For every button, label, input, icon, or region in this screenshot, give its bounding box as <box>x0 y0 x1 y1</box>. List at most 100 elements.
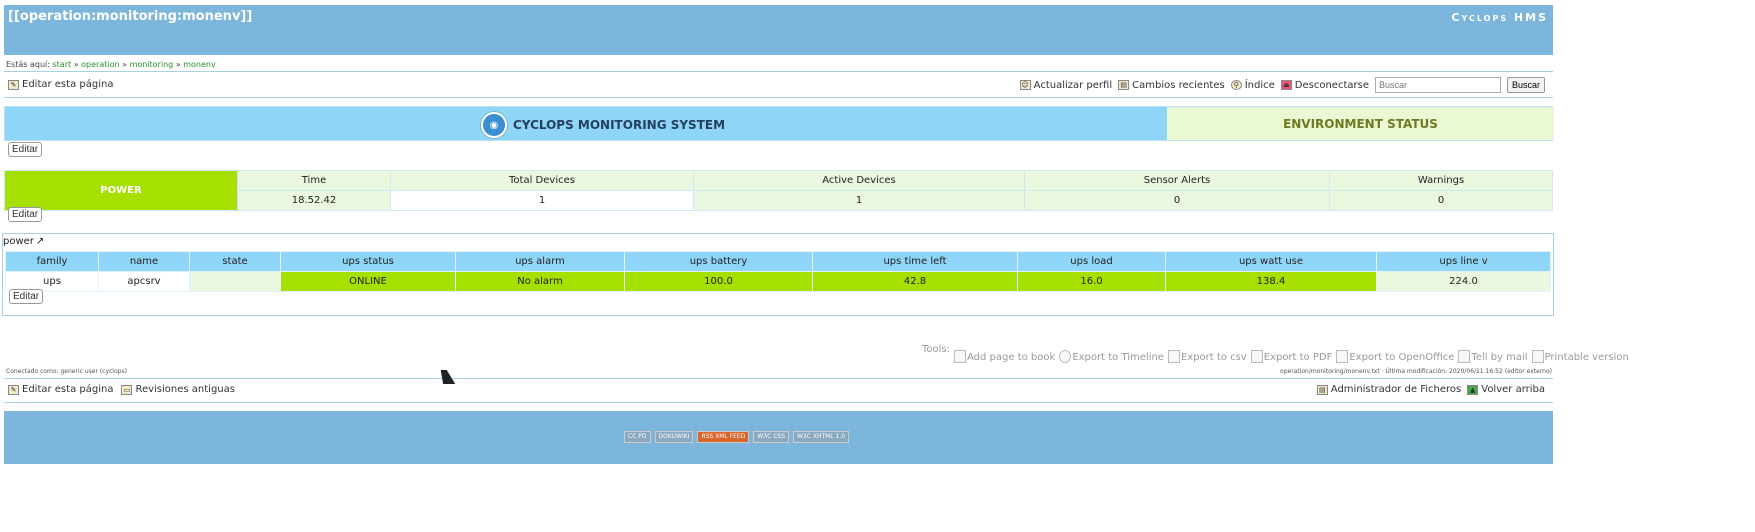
profile-icon: ☺ <box>1019 80 1031 90</box>
file-manager-label: Administrador de Ficheros <box>1330 384 1462 395</box>
old-revisions-link[interactable]: ▭ Revisiones antiguas <box>121 384 235 395</box>
site-footer: CC PD DOKUWIKI RSS XML FEED W3C CSS W3C … <box>4 411 1553 464</box>
recent-changes-label: Cambios recientes <box>1132 79 1225 91</box>
search-button[interactable]: Buscar <box>1506 77 1545 93</box>
page-title[interactable]: [[operation:monitoring:monenv]] <box>8 9 252 24</box>
search-input[interactable] <box>1374 77 1501 93</box>
old-revisions-label: Revisiones antiguas <box>135 384 235 395</box>
logout-link[interactable]: ⏏ Desconectarse <box>1280 79 1369 91</box>
monitoring-banner: ◉ CYCLOPS MONITORING SYSTEM ENVIRONMENT … <box>4 106 1554 141</box>
export-openoffice-link[interactable]: Export to OpenOffice <box>1336 350 1454 363</box>
cell-name: apcsrv <box>98 271 190 292</box>
file-manager-icon: ▤ <box>1316 384 1328 395</box>
col-ups-watt-use: ups watt use <box>1165 251 1377 272</box>
col-ups-line-v: ups line v <box>1376 251 1551 272</box>
cell-state <box>189 271 281 292</box>
timeline-icon <box>1059 350 1072 363</box>
printable-version-link[interactable]: Printable version <box>1531 350 1629 363</box>
edit-section-button[interactable]: Editar <box>8 142 43 157</box>
export-timeline-link[interactable]: Export to Timeline <box>1059 350 1164 363</box>
collapse-icon[interactable]: ↗ <box>36 236 44 247</box>
back-to-top-link[interactable]: ▲ Volver arriba <box>1467 384 1545 395</box>
rss-badge[interactable]: RSS XML FEED <box>697 431 750 443</box>
ups-section-label: power <box>3 236 34 247</box>
value-warnings: 0 <box>1329 190 1553 211</box>
logout-icon: ⏏ <box>1280 80 1292 90</box>
breadcrumb-operation[interactable]: operation <box>81 60 119 69</box>
recent-changes-link[interactable]: ▤ Cambios recientes <box>1118 80 1225 91</box>
export-csv-link[interactable]: Export to csv <box>1167 350 1247 363</box>
tell-by-mail-link[interactable]: Tell by mail <box>1458 350 1528 363</box>
breadcrumb-monitoring[interactable]: monitoring <box>130 60 174 69</box>
csv-icon <box>1167 350 1180 363</box>
value-total-devices: 1 <box>390 190 694 211</box>
update-profile-link[interactable]: ☺ Actualizar perfil <box>1019 80 1112 91</box>
revisions-icon: ▭ <box>121 384 133 395</box>
tool-label: Export to Timeline <box>1072 352 1164 363</box>
tools-label: Tools: <box>922 344 951 355</box>
recent-changes-icon: ▤ <box>1118 80 1130 90</box>
breadcrumb-sep: » <box>122 60 128 69</box>
pencil-icon: ✎ <box>8 79 19 90</box>
col-ups-battery: ups battery <box>624 251 813 272</box>
value-time: 18.52.42 <box>237 190 391 211</box>
last-modified-info: operation/monitoring/monenv.txt · Última… <box>1280 368 1552 375</box>
environment-status[interactable]: ENVIRONMENT STATUS <box>1167 107 1554 140</box>
table-header-row: family name state ups status ups alarm u… <box>5 251 1551 272</box>
edit-section-button[interactable]: Editar <box>9 289 44 304</box>
col-ups-status: ups status <box>280 251 456 272</box>
tools-bar: Tools: Add page to book Export to Timeli… <box>922 344 1629 363</box>
divider <box>4 402 1553 403</box>
dokuwiki-badge[interactable]: DOKUWIKI <box>654 431 694 443</box>
edit-page-link[interactable]: ✎ Editar esta página <box>8 79 113 90</box>
cc-badge[interactable]: CC PD <box>624 431 651 443</box>
tool-label: Add page to book <box>967 352 1056 363</box>
cell-ups-time-left: 42.8 <box>812 271 1018 292</box>
ups-section: power ↗ family name state ups status ups… <box>2 233 1554 316</box>
index-link[interactable]: ⚲ Índice <box>1230 80 1275 91</box>
banner-title: CYCLOPS MONITORING SYSTEM <box>513 118 726 132</box>
breadcrumb-sep: » <box>73 60 79 69</box>
edit-page-label: Editar esta página <box>22 384 114 395</box>
ups-section-header[interactable]: power ↗ <box>3 236 44 247</box>
table-row: ups apcsrv ONLINE No alarm 100.0 42.8 16… <box>5 271 1551 292</box>
site-title[interactable]: Cyclops HMS <box>1451 11 1548 24</box>
edit-section-button[interactable]: Editar <box>8 207 43 222</box>
breadcrumb-sep: » <box>175 60 181 69</box>
power-summary-table: POWER Time Total Devices Active Devices … <box>4 170 1553 211</box>
header-warnings: Warnings <box>1329 170 1553 191</box>
book-icon <box>954 350 967 363</box>
w3c-xhtml-badge[interactable]: W3C XHTML 1.0 <box>793 431 850 443</box>
add-to-book-link[interactable]: Add page to book <box>954 350 1055 363</box>
magnifier-icon: ⚲ <box>1230 80 1242 90</box>
table-row: 18.52.42 1 1 0 0 <box>5 190 1553 211</box>
site-header: [[operation:monitoring:monenv]] Cyclops … <box>4 5 1553 55</box>
col-ups-load: ups load <box>1017 251 1166 272</box>
divider <box>4 97 1553 98</box>
breadcrumb-monenv[interactable]: monenv <box>183 60 215 69</box>
cell-ups-status: ONLINE <box>280 271 456 292</box>
tool-label: Tell by mail <box>1471 352 1528 363</box>
back-to-top-label: Volver arriba <box>1481 384 1545 395</box>
header-total-devices: Total Devices <box>390 170 694 191</box>
mouse-cursor <box>440 370 456 384</box>
col-state: state <box>189 251 281 272</box>
power-label: POWER <box>4 170 238 211</box>
ups-table: family name state ups status ups alarm u… <box>5 251 1551 292</box>
cell-ups-line-v: 224.0 <box>1376 271 1551 292</box>
edit-page-link[interactable]: ✎ Editar esta página <box>8 384 113 395</box>
file-manager-link[interactable]: ▤ Administrador de Ficheros <box>1316 384 1462 395</box>
divider <box>4 378 1553 379</box>
export-pdf-link[interactable]: Export to PDF <box>1250 350 1333 363</box>
breadcrumb: Estás aquí: start » operation » monitori… <box>6 60 216 69</box>
arrow-up-icon: ▲ <box>1467 384 1479 395</box>
breadcrumb-start[interactable]: start <box>53 60 72 69</box>
col-name: name <box>98 251 190 272</box>
bottom-toolbar: ✎ Editar esta página ▭ Revisiones antigu… <box>4 382 1553 400</box>
logout-label: Desconectarse <box>1294 79 1369 91</box>
w3c-css-badge[interactable]: W3C CSS <box>753 431 789 443</box>
tool-label: Export to PDF <box>1263 352 1333 363</box>
header-active-devices: Active Devices <box>693 170 1025 191</box>
table-row: POWER Time Total Devices Active Devices … <box>4 170 1553 211</box>
mail-icon <box>1458 350 1471 363</box>
